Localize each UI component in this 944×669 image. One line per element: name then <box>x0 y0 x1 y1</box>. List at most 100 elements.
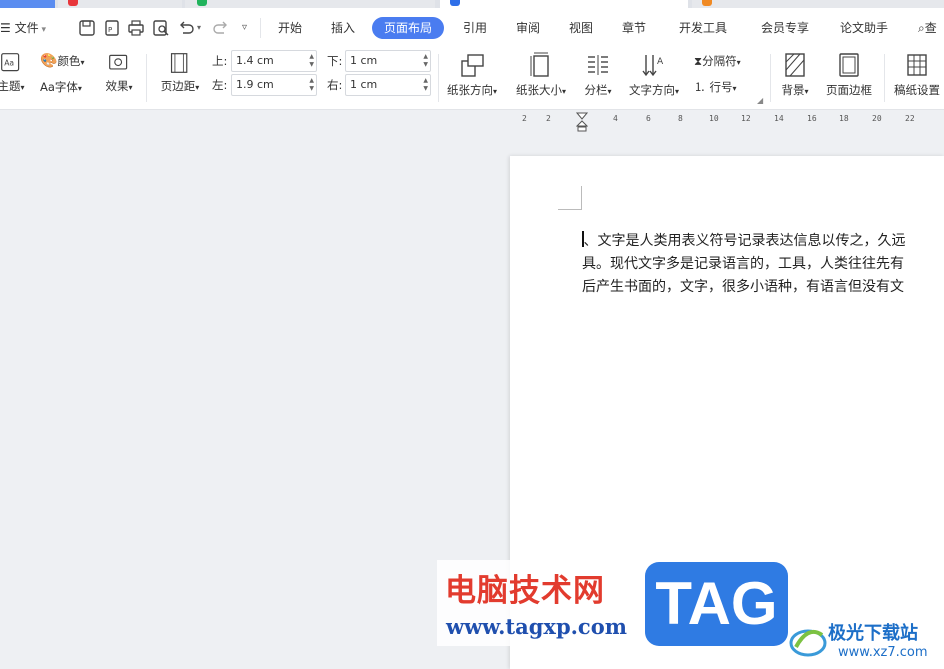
tab-view[interactable]: 视图 <box>569 8 593 48</box>
columns-icon <box>588 55 608 75</box>
stepper-icon[interactable]: ▲ ▼ <box>423 77 428 93</box>
tab-doc-red[interactable] <box>58 0 182 8</box>
ribbon-divider <box>146 54 147 102</box>
font-button[interactable]: Aa字体▾ <box>40 79 82 95</box>
print-icon[interactable] <box>127 19 145 37</box>
save-icon[interactable] <box>78 19 96 37</box>
ruler-tick-label: 18 <box>839 114 849 123</box>
tab-references[interactable]: 引用 <box>463 8 487 48</box>
ruler-tick-label: 4 <box>613 114 618 123</box>
ribbon-divider <box>884 54 885 102</box>
palette-icon: 🎨 <box>40 53 58 69</box>
customize-toolbar-icon[interactable]: ▿ <box>242 8 247 48</box>
stepper-icon[interactable]: ▲ ▼ <box>309 77 314 93</box>
orientation-button[interactable]: 纸张方向▾ <box>442 52 502 98</box>
watermark-site-url: www.tagxp.com <box>446 614 627 639</box>
effect-button[interactable]: 效果▾ <box>102 52 136 94</box>
tab-doc-orange[interactable] <box>692 0 944 8</box>
ribbon-toolbar: Aa 主题▾ 🎨颜色▾ Aa字体▾ 效果▾ 页边距▾ 上: 1.4 cm ▲ ▼ 下… <box>0 48 944 110</box>
indent-marker-icon[interactable] <box>576 112 588 132</box>
document-body[interactable]: 、文字是人类用表义符号记录表达信息以传之，久远 具。现代文字多是记录语言的，工具… <box>582 230 944 299</box>
stepper-icon[interactable]: ▲ ▼ <box>309 53 314 69</box>
jiguang-logo-icon <box>789 629 827 657</box>
tab-member[interactable]: 会员专享 <box>761 8 809 48</box>
ruler-tick-label: 8 <box>678 114 683 123</box>
dialog-launcher-icon[interactable]: ◢ <box>757 96 763 105</box>
bottom-margin-label: 下: <box>327 54 343 68</box>
tab-developer[interactable]: 开发工具 <box>679 8 727 48</box>
ruler-tick-label: 20 <box>872 114 882 123</box>
breaks-button[interactable]: ⧗分隔符▾ <box>694 53 741 69</box>
margins-button[interactable]: 页边距▾ <box>156 52 204 94</box>
text-direction-button[interactable]: A 文字方向▾ <box>624 52 684 98</box>
tab-doc-green[interactable] <box>185 0 435 8</box>
file-menu[interactable]: ☰ 文件 ▾ <box>0 8 46 48</box>
background-button[interactable]: 背景▾ <box>776 52 814 98</box>
watermark-jiguang-url: www.xz7.com <box>838 645 928 660</box>
ruler-tick-label: 14 <box>774 114 784 123</box>
watermark-jiguang-name: 极光下载站 <box>828 623 918 644</box>
font-icon: Aa <box>40 80 55 94</box>
menu-bar: ☰ 文件 ▾ P ▾ ▿ 开始 插入 页面布局 引用 审阅 视图 章节 开发工具… <box>0 8 944 48</box>
text-line: 具。现代文字多是记录语言的，工具，人类往往先有 <box>582 256 904 272</box>
columns-button[interactable]: 分栏▾ <box>579 52 617 98</box>
tab-doc-active[interactable] <box>440 0 688 8</box>
line-numbers-button[interactable]: ⒈ 行号▾ <box>694 79 737 95</box>
undo-dropdown-icon[interactable]: ▾ <box>197 8 201 48</box>
right-margin-input[interactable]: 1 cm ▲ ▼ <box>345 74 431 96</box>
tab-review[interactable]: 审阅 <box>516 8 540 48</box>
svg-text:A: A <box>657 57 664 67</box>
watermark-site-name: 电脑技术网 <box>445 573 605 609</box>
top-margin-label: 上: <box>212 54 228 68</box>
ruler-tick-label: 10 <box>709 114 719 123</box>
tab-paper-assistant[interactable]: 论文助手 <box>840 8 888 48</box>
ruler-tick-label: 22 <box>905 114 915 123</box>
window-tab-strip <box>0 0 944 8</box>
bottom-margin-input[interactable]: 1 cm ▲ ▼ <box>345 50 431 72</box>
tab-start[interactable]: 开始 <box>278 8 302 48</box>
ruler-tick-label: 6 <box>646 114 651 123</box>
hamburger-icon: ☰ <box>0 21 15 35</box>
tab-page-layout[interactable]: 页面布局 <box>372 17 445 39</box>
tab-home[interactable] <box>0 0 55 8</box>
horizontal-ruler[interactable]: 2 2 4 6 8 10 12 14 16 18 20 22 <box>515 112 944 132</box>
top-margin-input[interactable]: 1.4 cm ▲ ▼ <box>231 50 317 72</box>
svg-text:Aa: Aa <box>4 59 14 68</box>
theme-button[interactable]: Aa 主题▾ <box>0 52 28 94</box>
orientation-icon <box>461 54 484 77</box>
redo-icon[interactable] <box>212 19 230 37</box>
undo-icon[interactable] <box>177 19 195 37</box>
text-line: 、文字是人类用表义符号记录表达信息以传之，久远 <box>582 231 906 249</box>
watermark-tag-logo: TAG <box>645 562 788 646</box>
text-line: 后产生书面的，文字，很多小语种，有语言但没有文 <box>582 279 904 295</box>
paper-size-button[interactable]: 纸张大小▾ <box>511 52 571 98</box>
search-button[interactable]: ⌕查 <box>918 8 937 48</box>
print-preview-icon[interactable] <box>152 19 170 37</box>
left-margin-input[interactable]: 1.9 cm ▲ ▼ <box>231 74 317 96</box>
ribbon-divider <box>770 54 771 102</box>
text-direction-icon: A <box>642 55 664 77</box>
page-break-icon: ⧗ <box>694 54 703 68</box>
tab-chapter[interactable]: 章节 <box>622 8 646 48</box>
ruler-tick-label: 2 <box>546 114 551 123</box>
ribbon-divider <box>438 54 439 102</box>
margins-icon <box>170 53 188 73</box>
search-icon: ⌕ <box>918 21 925 35</box>
line-numbers-icon: ⒈ <box>694 80 706 94</box>
stepper-icon[interactable]: ▲ ▼ <box>423 53 428 69</box>
watermark-jiguang: 极光下载站 www.xz7.com <box>786 615 944 669</box>
color-button[interactable]: 🎨颜色▾ <box>40 53 84 69</box>
export-pdf-icon[interactable]: P <box>103 19 121 37</box>
ruler-tick-label: 16 <box>807 114 817 123</box>
wps-orange-icon <box>702 0 712 6</box>
theme-icon: Aa <box>1 53 20 72</box>
manuscript-settings-button[interactable]: 稿纸设置 <box>890 52 944 98</box>
background-icon <box>785 53 805 77</box>
wps-blue-icon <box>450 0 460 6</box>
page-border-button[interactable]: 页面边框 <box>822 52 876 98</box>
paper-size-icon <box>530 52 549 77</box>
svg-text:P: P <box>108 26 112 34</box>
chevron-down-icon: ▾ <box>38 25 46 35</box>
ruler-tick-label: 12 <box>741 114 751 123</box>
tab-insert[interactable]: 插入 <box>331 8 355 48</box>
